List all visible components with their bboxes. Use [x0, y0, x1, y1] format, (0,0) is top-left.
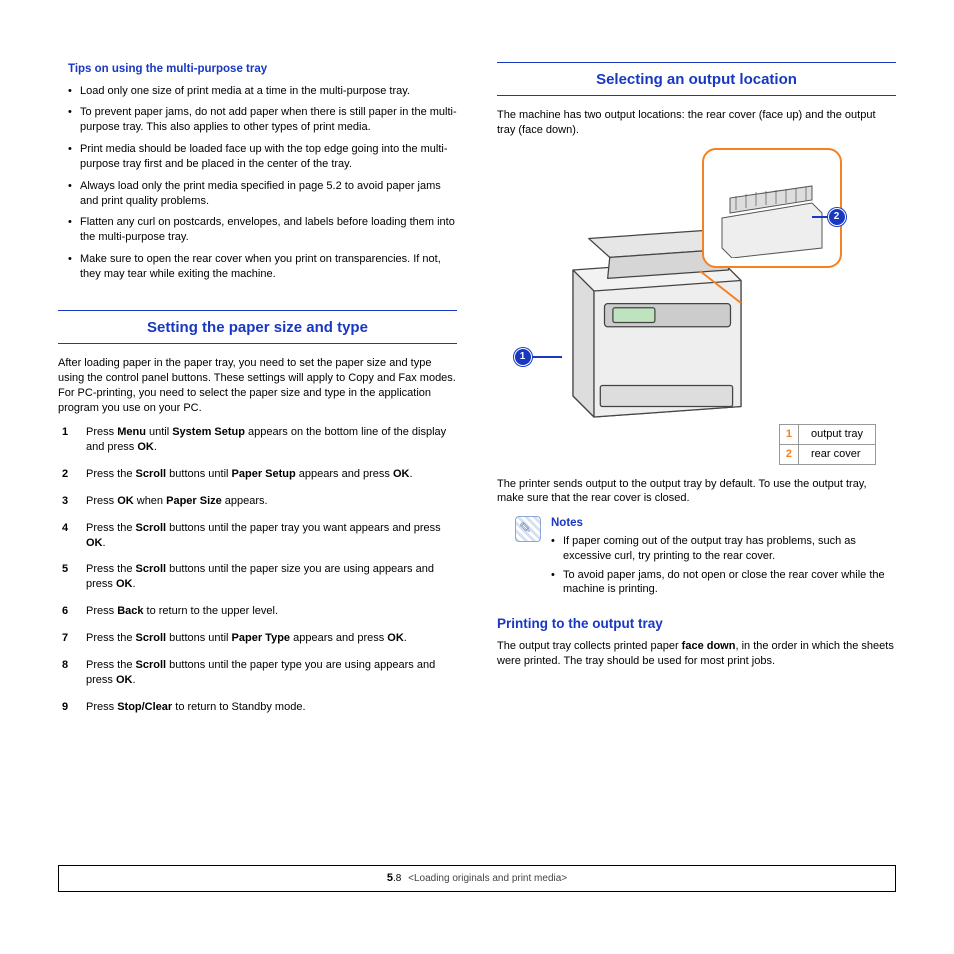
- paragraph: The machine has two output locations: th…: [497, 108, 896, 138]
- notes-list: If paper coming out of the output tray h…: [551, 534, 896, 597]
- legend-table: 1output tray 2rear cover: [779, 424, 876, 465]
- section-heading-block: Selecting an output location: [497, 62, 896, 96]
- step: Press the Scroll buttons until the paper…: [58, 658, 457, 688]
- legend-label: rear cover: [799, 444, 876, 464]
- steps-list: Press Menu until System Setup appears on…: [58, 425, 457, 714]
- badge-1-icon: 1: [514, 348, 532, 366]
- notes-heading: Notes: [551, 516, 896, 532]
- notes-block: Notes If paper coming out of the output …: [515, 516, 896, 601]
- step: Press the Scroll buttons until the paper…: [58, 562, 457, 592]
- paragraph: The printer sends output to the output t…: [497, 477, 896, 507]
- tips-heading: Tips on using the multi-purpose tray: [68, 62, 457, 78]
- list-item: To prevent paper jams, do not add paper …: [68, 105, 457, 135]
- notes-icon: [515, 516, 541, 542]
- list-item: Make sure to open the rear cover when yo…: [68, 252, 457, 282]
- page-number: .8: [393, 873, 401, 884]
- paragraph: After loading paper in the paper tray, y…: [58, 356, 457, 415]
- paragraph: The output tray collects printed paper f…: [497, 639, 896, 669]
- section-heading: Setting the paper size and type: [58, 311, 457, 343]
- sub-heading: Printing to the output tray: [497, 615, 896, 633]
- list-item: To avoid paper jams, do not open or clos…: [551, 568, 896, 598]
- list-item: If paper coming out of the output tray h…: [551, 534, 896, 564]
- list-item: Load only one size of print media at a t…: [68, 84, 457, 99]
- list-item: Print media should be loaded face up wit…: [68, 142, 457, 172]
- list-item: Always load only the print media specifi…: [68, 179, 457, 209]
- left-column: Tips on using the multi-purpose tray Loa…: [58, 62, 457, 726]
- tips-list: Load only one size of print media at a t…: [68, 84, 457, 282]
- rule: [497, 95, 896, 96]
- section-heading-block: Setting the paper size and type: [58, 310, 457, 344]
- section-title: <Loading originals and print media>: [408, 873, 567, 884]
- printer-diagram: 1 2 1output tray 2rear cover: [497, 148, 896, 465]
- right-column: Selecting an output location The machine…: [497, 62, 896, 726]
- callout-marker-1: 1: [514, 348, 562, 366]
- step: Press the Scroll buttons until Paper Typ…: [58, 631, 457, 646]
- section-heading: Selecting an output location: [497, 63, 896, 95]
- legend-num: 2: [779, 444, 798, 464]
- step: Press Stop/Clear to return to Standby mo…: [58, 700, 457, 715]
- step: Press Menu until System Setup appears on…: [58, 425, 457, 455]
- list-item: Flatten any curl on postcards, envelopes…: [68, 215, 457, 245]
- rule: [58, 343, 457, 344]
- step: Press OK when Paper Size appears.: [58, 494, 457, 509]
- callout-marker-2: 2: [812, 208, 846, 226]
- badge-2-icon: 2: [828, 208, 846, 226]
- step: Press the Scroll buttons until the paper…: [58, 521, 457, 551]
- page-footer: 5.8 <Loading originals and print media>: [58, 865, 896, 892]
- step: Press Back to return to the upper level.: [58, 604, 457, 619]
- step: Press the Scroll buttons until Paper Set…: [58, 467, 457, 482]
